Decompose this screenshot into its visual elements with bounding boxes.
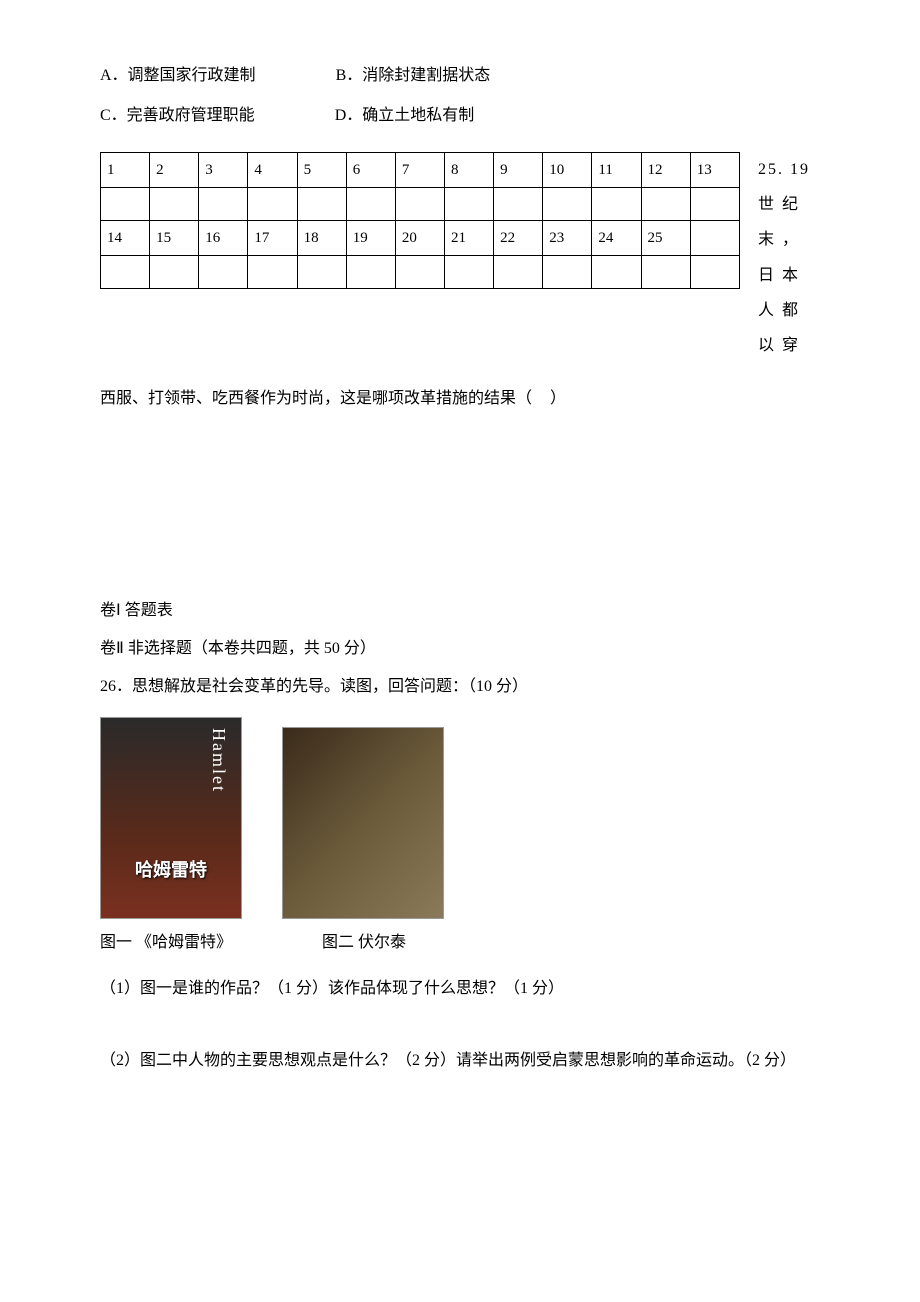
cell[interactable] (690, 221, 739, 256)
option-b: B．消除封建割据状态 (336, 60, 491, 92)
cell[interactable]: 22 (494, 221, 543, 256)
cell[interactable] (543, 188, 592, 221)
side-line: 末 ， (758, 222, 810, 257)
answer-table: 1 2 3 4 5 6 7 8 9 10 11 12 13 14 15 16 1… (100, 152, 740, 289)
q25-tail: 西服、打领带、吃西餐作为时尚，这是哪项改革措施的结果（ ） (100, 383, 820, 415)
cell[interactable]: 9 (494, 153, 543, 188)
answer-table-wrapper: 1 2 3 4 5 6 7 8 9 10 11 12 13 14 15 16 1… (100, 152, 820, 363)
table-row (101, 188, 740, 221)
blank-paren[interactable] (532, 390, 550, 407)
table-row (101, 256, 740, 289)
cell[interactable]: 15 (150, 221, 199, 256)
cell[interactable]: 23 (543, 221, 592, 256)
image-hamlet: Hamlet 哈姆雷特 (100, 717, 242, 919)
cell[interactable] (395, 256, 444, 289)
q26-title: 26．思想解放是社会变革的先导。读图，回答问题：（10 分） (100, 671, 820, 703)
section2-title: 卷Ⅱ 非选择题（本卷共四题，共 50 分） (100, 633, 820, 665)
cell[interactable]: 4 (248, 153, 297, 188)
cell[interactable] (248, 256, 297, 289)
cell[interactable] (690, 188, 739, 221)
cell[interactable] (494, 256, 543, 289)
options-row-1: A．调整国家行政建制 B．消除封建割据状态 (100, 60, 820, 92)
section-block: 卷Ⅰ 答题表 卷Ⅱ 非选择题（本卷共四题，共 50 分） 26．思想解放是社会变… (100, 595, 820, 1077)
cell[interactable] (641, 256, 690, 289)
cell[interactable]: 3 (199, 153, 248, 188)
cell[interactable]: 18 (297, 221, 346, 256)
side-line: 人 都 (758, 293, 810, 328)
side-line: 世 纪 (758, 187, 810, 222)
cell[interactable] (592, 188, 641, 221)
cell[interactable] (248, 188, 297, 221)
q25-side-text: 25. 19 世 纪 末 ， 日 本 人 都 以 穿 (758, 152, 810, 363)
q25-text: 西服、打领带、吃西餐作为时尚，这是哪项改革措施的结果（ (100, 390, 532, 407)
cell[interactable]: 16 (199, 221, 248, 256)
cell[interactable] (641, 188, 690, 221)
cell[interactable] (199, 188, 248, 221)
hamlet-title-text: 哈姆雷特 (101, 852, 241, 888)
cell[interactable]: 8 (444, 153, 493, 188)
cell[interactable] (199, 256, 248, 289)
section1-title: 卷Ⅰ 答题表 (100, 595, 820, 627)
option-c: C．完善政府管理职能 (100, 100, 255, 132)
q26-sub2: （2）图二中人物的主要思想观点是什么？（2 分）请举出两例受启蒙思想影响的革命运… (100, 1045, 820, 1077)
cell[interactable] (346, 188, 395, 221)
image-voltaire (282, 727, 444, 919)
cell[interactable] (543, 256, 592, 289)
cell[interactable]: 20 (395, 221, 444, 256)
side-line: 25. 19 (758, 152, 810, 187)
cell[interactable] (346, 256, 395, 289)
caption-1: 图一 《哈姆雷特》 (100, 927, 232, 959)
cell[interactable]: 10 (543, 153, 592, 188)
option-d: D．确立土地私有制 (335, 100, 475, 132)
cell[interactable] (444, 188, 493, 221)
images-row: Hamlet 哈姆雷特 (100, 717, 820, 919)
cell[interactable]: 17 (248, 221, 297, 256)
cell[interactable] (150, 256, 199, 289)
cell[interactable]: 21 (444, 221, 493, 256)
side-line: 日 本 (758, 258, 810, 293)
table-row: 14 15 16 17 18 19 20 21 22 23 24 25 (101, 221, 740, 256)
cell[interactable]: 7 (395, 153, 444, 188)
cell[interactable] (444, 256, 493, 289)
captions-row: 图一 《哈姆雷特》 图二 伏尔泰 (100, 927, 820, 959)
cell[interactable] (395, 188, 444, 221)
cell[interactable]: 24 (592, 221, 641, 256)
cell[interactable]: 12 (641, 153, 690, 188)
q25-close: ） (550, 390, 566, 407)
hamlet-side-text: Hamlet (201, 728, 237, 793)
cell[interactable] (494, 188, 543, 221)
cell[interactable]: 25 (641, 221, 690, 256)
cell[interactable] (150, 188, 199, 221)
cell[interactable] (297, 188, 346, 221)
cell[interactable]: 6 (346, 153, 395, 188)
cell[interactable] (592, 256, 641, 289)
q26-sub1: （1）图一是谁的作品？（1 分）该作品体现了什么思想？（1 分） (100, 973, 820, 1005)
cell[interactable]: 13 (690, 153, 739, 188)
cell[interactable]: 5 (297, 153, 346, 188)
options-row-2: C．完善政府管理职能 D．确立土地私有制 (100, 100, 820, 132)
cell[interactable] (101, 188, 150, 221)
cell[interactable] (101, 256, 150, 289)
table-row: 1 2 3 4 5 6 7 8 9 10 11 12 13 (101, 153, 740, 188)
cell[interactable]: 2 (150, 153, 199, 188)
cell[interactable] (297, 256, 346, 289)
cell[interactable]: 1 (101, 153, 150, 188)
cell[interactable] (690, 256, 739, 289)
option-a: A．调整国家行政建制 (100, 60, 256, 92)
cell[interactable]: 11 (592, 153, 641, 188)
side-line: 以 穿 (758, 328, 810, 363)
cell[interactable]: 14 (101, 221, 150, 256)
cell[interactable]: 19 (346, 221, 395, 256)
caption-2: 图二 伏尔泰 (322, 927, 406, 959)
